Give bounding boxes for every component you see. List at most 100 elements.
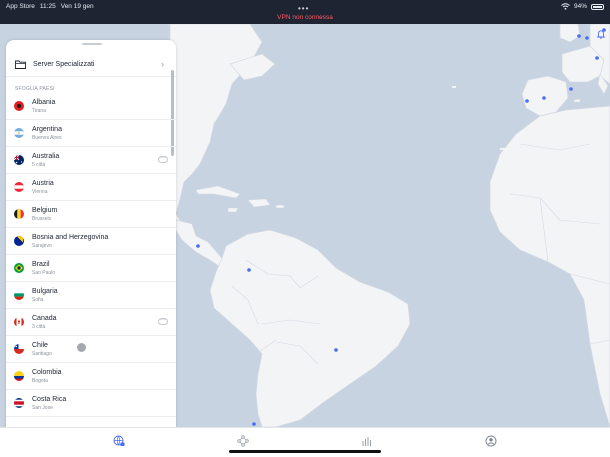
more-options-icon[interactable]: ···: [158, 155, 168, 163]
server-dot-fr: [577, 34, 581, 38]
country-city: Tirana: [32, 108, 46, 114]
server-dot-cl: [252, 422, 256, 426]
panel-drag-handle[interactable]: [82, 43, 102, 45]
country-city: Sao Paulo: [32, 270, 56, 276]
status-right: 94%: [561, 3, 604, 10]
server-dot-fr2: [585, 36, 589, 40]
country-row-costa-rica[interactable]: Costa Rica San Jose: [6, 390, 176, 417]
status-date: Ven 19 gen: [60, 3, 94, 10]
country-city: Sarajevo: [32, 243, 52, 249]
more-options-icon[interactable]: ···: [158, 317, 168, 325]
specialized-servers-label: Server Specializzati: [33, 61, 95, 68]
carrier-label[interactable]: App Store: [6, 3, 35, 10]
section-title: SFOGLIA PAESI: [15, 86, 55, 92]
tab-vpn[interactable]: [111, 433, 127, 449]
africa-land: [489, 105, 610, 427]
flag-austria-icon: [14, 182, 24, 192]
north-america-land: [169, 24, 263, 251]
notifications-button[interactable]: [594, 28, 608, 40]
flag-albania-icon: [14, 101, 24, 111]
country-name: Bosnia and Herzegovina: [32, 234, 109, 241]
country-city: Brussels: [32, 216, 52, 222]
tab-stats[interactable]: [359, 433, 375, 449]
azores-land: [452, 86, 456, 88]
country-city: Bogota: [32, 378, 48, 384]
server-dot-br: [334, 348, 338, 352]
country-name: Australia: [32, 153, 60, 160]
server-dot-ch: [595, 56, 599, 60]
battery-percent: 94%: [573, 3, 587, 10]
bell-icon: [597, 29, 605, 39]
flag-brazil-icon: [14, 263, 24, 273]
server-dot-pt: [525, 99, 529, 103]
flag-bosnia-icon: [14, 236, 24, 246]
status-bar: App Store 11:25 Ven 19 gen ••• VPN non c…: [0, 0, 610, 24]
puerto-rico-land: [275, 204, 285, 209]
flag-chile-icon: [14, 344, 24, 354]
country-name: Colombia: [32, 369, 62, 376]
folder-icon: [15, 60, 26, 69]
canaries-land: [500, 148, 506, 150]
status-time: 11:25: [39, 3, 56, 10]
hispaniola-land: [247, 198, 271, 208]
country-city: San Jose: [32, 405, 53, 411]
touch-indicator: [77, 343, 86, 352]
flag-canada-icon: [14, 317, 24, 327]
vpn-globe-icon: [113, 435, 125, 446]
multitask-dots-icon[interactable]: •••: [298, 4, 309, 13]
country-name: Albania: [32, 99, 56, 106]
central-america-land: [175, 219, 227, 269]
country-row-canada[interactable]: Canada 3 città ···: [6, 309, 176, 336]
country-name: Argentina: [32, 126, 62, 133]
iberia-land: [521, 75, 569, 117]
status-left: App Store 11:25 Ven 19 gen: [6, 3, 94, 10]
jamaica-land: [227, 207, 239, 213]
country-name: Belgium: [32, 207, 58, 214]
tab-profile[interactable]: [483, 433, 499, 449]
country-row-bosnia[interactable]: Bosnia and Herzegovina Sarajevo: [6, 228, 176, 255]
country-row-austria[interactable]: Austria Vienna: [6, 174, 176, 201]
vpn-status-text: VPN non connessa: [277, 14, 333, 21]
battery-icon: [591, 3, 604, 10]
country-name: Austria: [32, 180, 54, 187]
country-city: 3 città: [32, 324, 46, 330]
flag-colombia-icon: [14, 371, 24, 381]
cuba-land: [195, 185, 241, 199]
country-row-australia[interactable]: Australia 5 città ···: [6, 147, 176, 174]
server-dot-es: [542, 96, 546, 100]
south-america-land: [209, 229, 411, 427]
tab-meshnet[interactable]: [235, 433, 251, 449]
country-row-chile[interactable]: Chile Santiago: [6, 336, 176, 363]
meshnet-icon: [237, 435, 249, 447]
specialized-servers-row[interactable]: Server Specializzati ›: [6, 53, 176, 77]
flag-australia-icon: [14, 155, 24, 165]
server-dot-cr: [196, 244, 200, 248]
uk-land: [559, 24, 581, 43]
country-row-bulgaria[interactable]: Bulgaria Sofia: [6, 282, 176, 309]
country-row-argentina[interactable]: Argentina Buenos Aires: [6, 120, 176, 147]
wifi-icon: [561, 3, 570, 10]
flag-belgium-icon: [14, 209, 24, 219]
country-list-panel[interactable]: Server Specializzati › SFOGLIA PAESI Alb…: [6, 40, 176, 428]
country-city: Vienna: [32, 189, 48, 195]
country-row-colombia[interactable]: Colombia Bogota: [6, 363, 176, 390]
country-name: Bulgaria: [32, 288, 58, 295]
flag-argentina-icon: [14, 128, 24, 138]
country-city: Santiago: [32, 351, 52, 357]
country-row-belgium[interactable]: Belgium Brussels: [6, 201, 176, 228]
country-name: Chile: [32, 342, 48, 349]
stats-icon: [362, 437, 371, 446]
flag-costa-rica-icon: [14, 398, 24, 408]
server-dot-co: [247, 268, 251, 272]
home-indicator[interactable]: [229, 450, 381, 453]
country-name: Costa Rica: [32, 396, 67, 403]
country-name: Brazil: [32, 261, 50, 268]
country-city: Sofia: [32, 297, 44, 303]
country-city: 5 città: [32, 162, 46, 168]
country-row-brazil[interactable]: Brazil Sao Paulo: [6, 255, 176, 282]
country-city: Buenos Aires: [32, 135, 62, 141]
chevron-right-icon: ›: [161, 59, 164, 69]
country-row-albania[interactable]: Albania Tirana: [6, 93, 176, 120]
mallorca-land: [573, 98, 581, 103]
country-name: Canada: [32, 315, 57, 322]
